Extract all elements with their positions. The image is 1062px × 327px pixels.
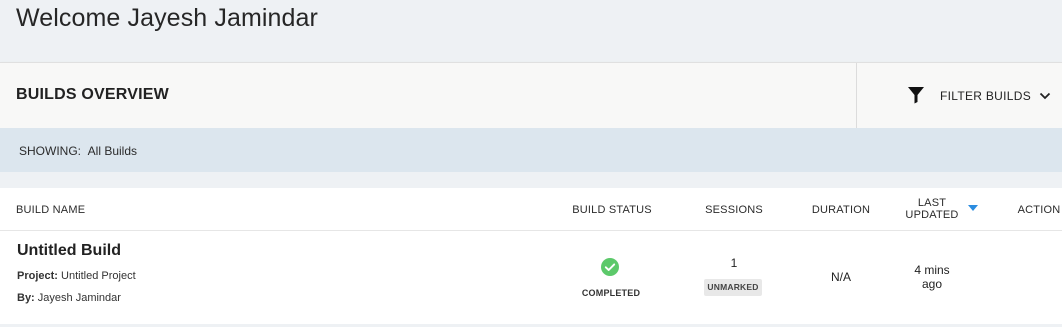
build-author: By: Jayesh Jamindar [17,292,121,304]
by-value: Jayesh Jamindar [37,292,121,304]
column-header-build-status[interactable]: BUILD STATUS [562,204,662,216]
column-header-build-name[interactable]: BUILD NAME [16,204,85,216]
caret-down-icon[interactable] [968,205,978,211]
table-row[interactable]: Untitled Build Project: Untitled Project… [0,231,1062,324]
project-label: Project: [17,270,58,282]
sessions-count: 1 [730,256,738,270]
last-updated-line2: ago [921,277,943,291]
page-title: Welcome Jayesh Jamindar [16,4,318,32]
build-name-link[interactable]: Untitled Build [17,242,121,260]
column-header-action: ACTION [1017,204,1061,216]
builds-overview-title: BUILDS OVERVIEW [16,86,169,103]
project-value: Untitled Project [61,270,136,282]
column-header-last-updated[interactable]: LAST UPDATED [897,197,967,221]
column-header-last-updated-line1: LAST [917,197,947,209]
column-header-last-updated-line2: UPDATED [905,209,959,221]
check-circle-icon [601,258,619,276]
build-status-label: COMPLETED [581,288,641,298]
showing-label: SHOWING: [19,144,81,158]
last-updated-value: 4 mins ago [896,263,968,291]
funnel-icon [908,87,924,104]
showing-filter-bar: SHOWING: All Builds [0,128,1062,172]
showing-filter-text: SHOWING: All Builds [19,144,137,158]
by-label: By: [17,292,35,304]
duration-value: N/A [830,270,851,284]
column-header-duration[interactable]: DURATION [801,204,881,216]
table-header-row: BUILD NAME BUILD STATUS SESSIONS DURATIO… [0,188,1062,231]
builds-table: BUILD NAME BUILD STATUS SESSIONS DURATIO… [0,188,1062,324]
session-status-badge: UNMARKED [704,279,762,296]
filter-builds-label: FILTER BUILDS [940,89,1032,103]
builds-overview-bar: BUILDS OVERVIEW FILTER BUILDS [0,62,1062,128]
chevron-down-icon [1039,92,1051,100]
build-project: Project: Untitled Project [17,270,136,282]
last-updated-line1: 4 mins [914,263,950,277]
filter-builds-button[interactable]: FILTER BUILDS [856,63,1062,128]
showing-value: All Builds [87,144,138,158]
column-header-sessions[interactable]: SESSIONS [694,204,774,216]
